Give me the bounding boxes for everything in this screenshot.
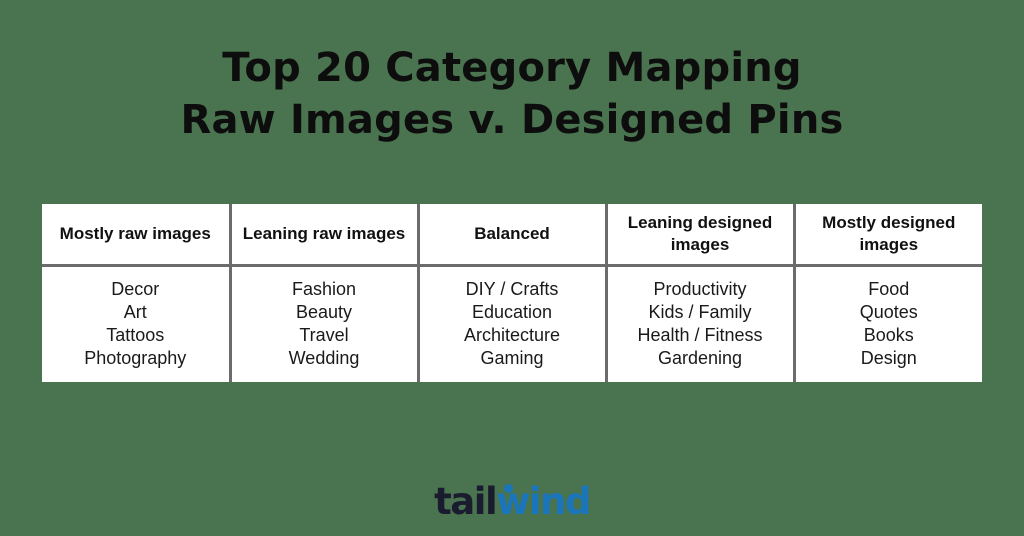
column-header-cell-5: Mostly designed images: [792, 204, 982, 267]
category-mapping-table: Mostly raw images Leaning raw images Bal…: [42, 204, 982, 382]
list-item: Travel: [299, 324, 349, 345]
list-item: Kids / Family: [648, 301, 752, 322]
list-item: Gardening: [657, 347, 743, 368]
page-title-line-1: Top 20 Category Mapping: [222, 45, 802, 91]
column-header-cell-3: Balanced: [416, 204, 606, 267]
list-item: Design: [860, 347, 917, 368]
list-item: Books: [863, 324, 914, 345]
list-item: Productivity: [653, 278, 747, 299]
column-header-label-2: Leaning raw images: [242, 224, 406, 243]
list-item: Health / Fitness: [637, 324, 763, 345]
list-item: Education: [471, 301, 553, 322]
column-header-cell-1: Mostly raw images: [42, 204, 230, 267]
category-cell-1: Decor Art Tattoos Photography: [42, 265, 230, 382]
category-cell-5: Food Quotes Books Design: [792, 265, 983, 382]
category-list-3: DIY / Crafts Education Architecture Gami…: [420, 278, 605, 370]
table-header-row: Mostly raw images Leaning raw images Bal…: [42, 204, 982, 267]
list-item: Tattoos: [106, 324, 165, 345]
category-list-5: Food Quotes Books Design: [796, 278, 983, 370]
category-list-1: Decor Art Tattoos Photography: [42, 278, 229, 370]
page-title: Top 20 Category Mapping Raw Images v. De…: [0, 42, 1024, 146]
list-item: Decor: [111, 278, 160, 299]
table-row: Decor Art Tattoos Photography Fashion Be…: [42, 265, 983, 382]
category-cell-3: DIY / Crafts Education Architecture Gami…: [416, 265, 606, 382]
list-item: Architecture: [463, 324, 561, 345]
list-item: Wedding: [288, 347, 360, 368]
column-header-cell-2: Leaning raw images: [228, 204, 418, 267]
table-body-row-group: Decor Art Tattoos Photography Fashion Be…: [42, 265, 983, 382]
category-list-4: Productivity Kids / Family Health / Fitn…: [608, 278, 793, 370]
list-item: Food: [868, 278, 910, 299]
list-item: Gaming: [480, 347, 544, 368]
column-header-label-5: Mostly designed images: [822, 213, 956, 254]
column-header-label-1: Mostly raw images: [59, 224, 211, 243]
column-header-label-4: Leaning designed images: [627, 213, 773, 254]
list-item: DIY / Crafts: [465, 278, 559, 299]
category-cell-4: Productivity Kids / Family Health / Fitn…: [604, 265, 794, 382]
list-item: Beauty: [295, 301, 353, 322]
tailwind-logo-wordmark: tailwind: [434, 480, 591, 523]
tailwind-logo: tailwind: [0, 482, 1024, 524]
list-item: Fashion: [291, 278, 357, 299]
list-item: Photography: [84, 347, 187, 368]
category-list-2: Fashion Beauty Travel Wedding: [232, 278, 417, 370]
table-header-row-group: Mostly raw images Leaning raw images Bal…: [42, 204, 982, 267]
list-item: Art: [123, 301, 147, 322]
tailwind-logo-part-tail: tail: [434, 480, 498, 523]
list-item: Quotes: [859, 301, 918, 322]
page-title-line-2: Raw Images v. Designed Pins: [180, 97, 844, 143]
category-cell-2: Fashion Beauty Travel Wedding: [228, 265, 418, 382]
column-header-label-3: Balanced: [474, 224, 550, 243]
column-header-cell-4: Leaning designed images: [604, 204, 794, 267]
